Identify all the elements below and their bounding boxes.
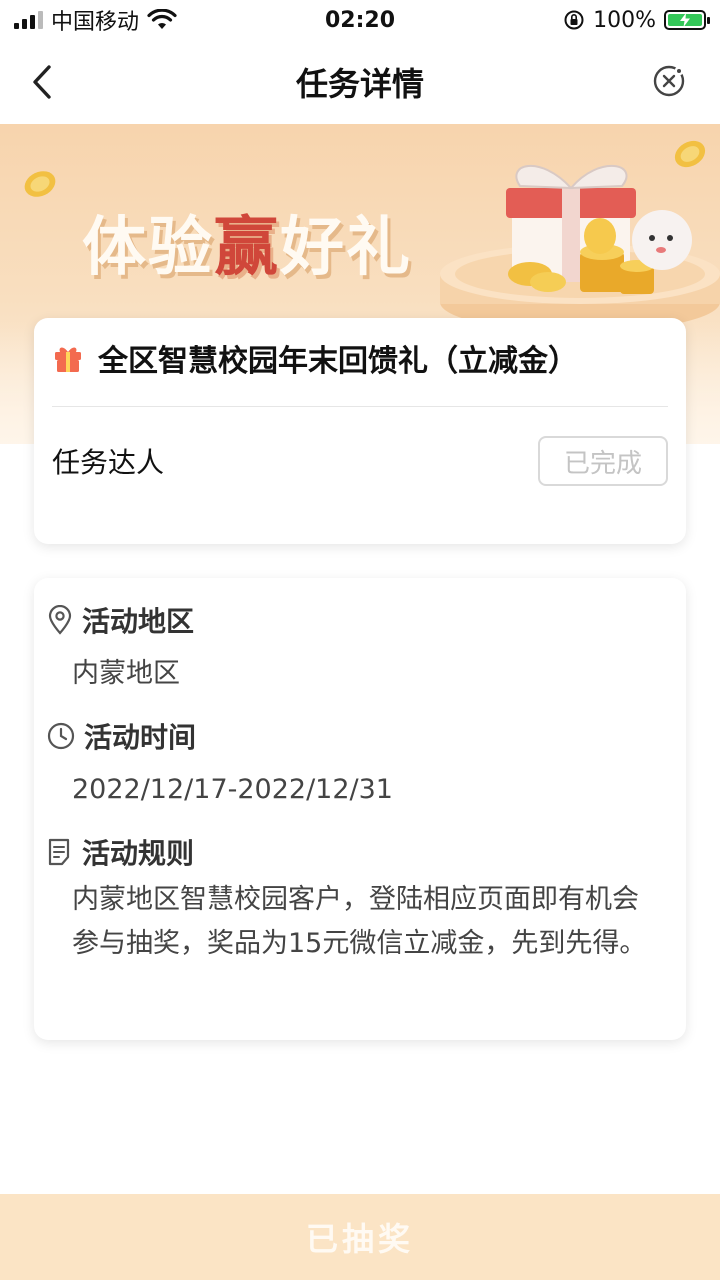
activity-info-card: 活动地区 内蒙地区 活动时间 2022/12/17-2022/12/31 活动规… [34,578,686,1040]
slogan-part1: 体验 [82,211,214,285]
gift-icon [55,347,81,372]
wifi-icon [147,9,177,29]
task-row: 任务达人 已完成 [52,436,668,486]
banner-slogan: 体验赢好礼 [82,196,412,288]
chevron-left-icon [33,65,51,99]
location-pin-icon [48,605,72,635]
page-title: 任务详情 [295,65,424,103]
orientation-lock-icon [564,10,584,30]
drawn-button[interactable]: 已抽奖 [0,1194,720,1280]
nav-bar: 任务详情 [0,40,720,124]
completed-status-button[interactable]: 已完成 [538,436,668,486]
rules-label: 活动规则 [82,837,195,870]
back-button[interactable] [24,60,60,104]
divider [52,406,668,407]
task-card: 全区智慧校园年末回馈礼（立减金） 任务达人 已完成 [34,318,686,544]
slogan-part2: 好礼 [280,211,412,285]
close-mini-program-icon[interactable] [652,64,686,98]
status-left: 中国移动 [14,4,177,36]
time-heading: 活动时间 [46,716,196,756]
region-label: 活动地区 [82,605,195,638]
clock-icon [47,722,75,750]
task-name: 任务达人 [52,446,165,479]
carrier-label: 中国移动 [51,10,140,35]
task-title-row: 全区智慧校园年末回馈礼（立减金） [52,336,668,380]
battery-percent: 100% [593,7,656,33]
battery-icon [664,10,710,30]
time-label: 活动时间 [84,721,197,754]
time-value: 2022/12/17-2022/12/31 [72,774,393,805]
rules-value: 内蒙地区智慧校园客户，登陆相应页面即有机会参与抽奖，奖品为15元微信立减金，先到… [72,884,647,959]
slogan-accent: 赢 [214,211,280,285]
region-value: 内蒙地区 [72,658,180,689]
status-right: 100% [563,7,710,33]
rules-heading: 活动规则 [46,832,194,872]
document-icon [48,838,70,866]
region-heading: 活动地区 [46,600,194,640]
screen: 中国移动 02:20 100% 任务详情 体验赢好礼 全区智慧校园年末回馈礼（立… [0,0,720,1280]
status-bar: 中国移动 02:20 100% [0,0,720,40]
task-title: 全区智慧校园年末回馈礼（立减金） [98,344,578,379]
signal-icon [14,11,43,29]
